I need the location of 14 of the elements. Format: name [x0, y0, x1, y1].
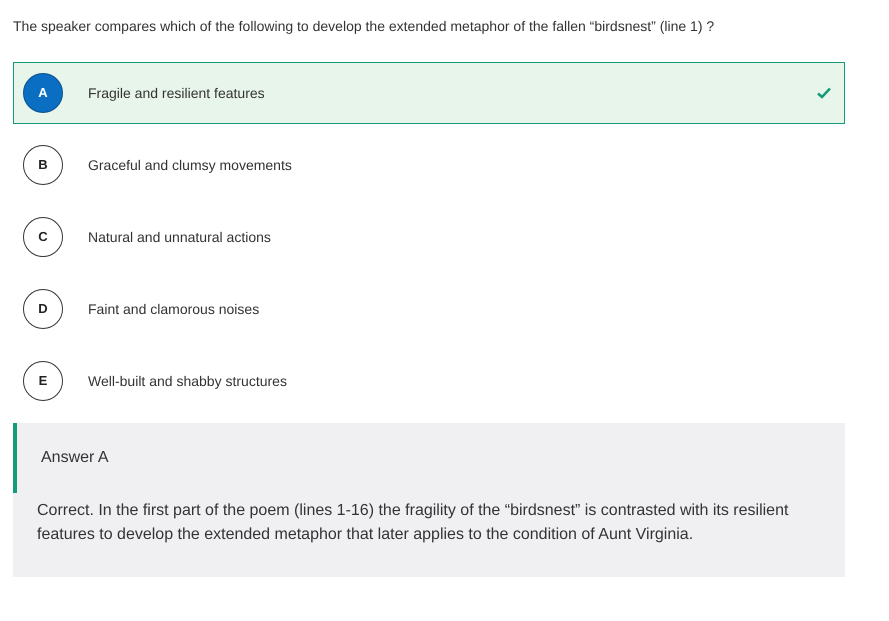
option-text: Natural and unnatural actions	[88, 228, 272, 246]
option-text: Faint and clamorous noises	[88, 300, 260, 318]
option-letter: B	[23, 145, 63, 185]
option-text: Well-built and shabby structures	[88, 372, 288, 391]
option-text: Graceful and clumsy movements	[88, 156, 293, 175]
option-letter: C	[23, 217, 63, 257]
option-letter: A	[23, 73, 63, 113]
option-letter: D	[23, 289, 63, 329]
option-text: Fragile and resilient features	[88, 84, 266, 103]
explanation-text: Correct. In the first part of the poem (lines 1-16) the fragility of the “birdsnest” is contrasted with its resilient features to develop the extended metaphor that later applies to the condition of Aunt Virginia.	[36, 501, 790, 545]
explanation-title: Answer A	[41, 448, 109, 468]
question-text: The speaker compares which of the following to develop the extended metaphor of the fallen “birdsnest” (line 1) ?	[13, 17, 716, 36]
option-letter: E	[23, 361, 63, 401]
answer-option[interactable]: A Fragile and resilient features	[13, 62, 845, 124]
